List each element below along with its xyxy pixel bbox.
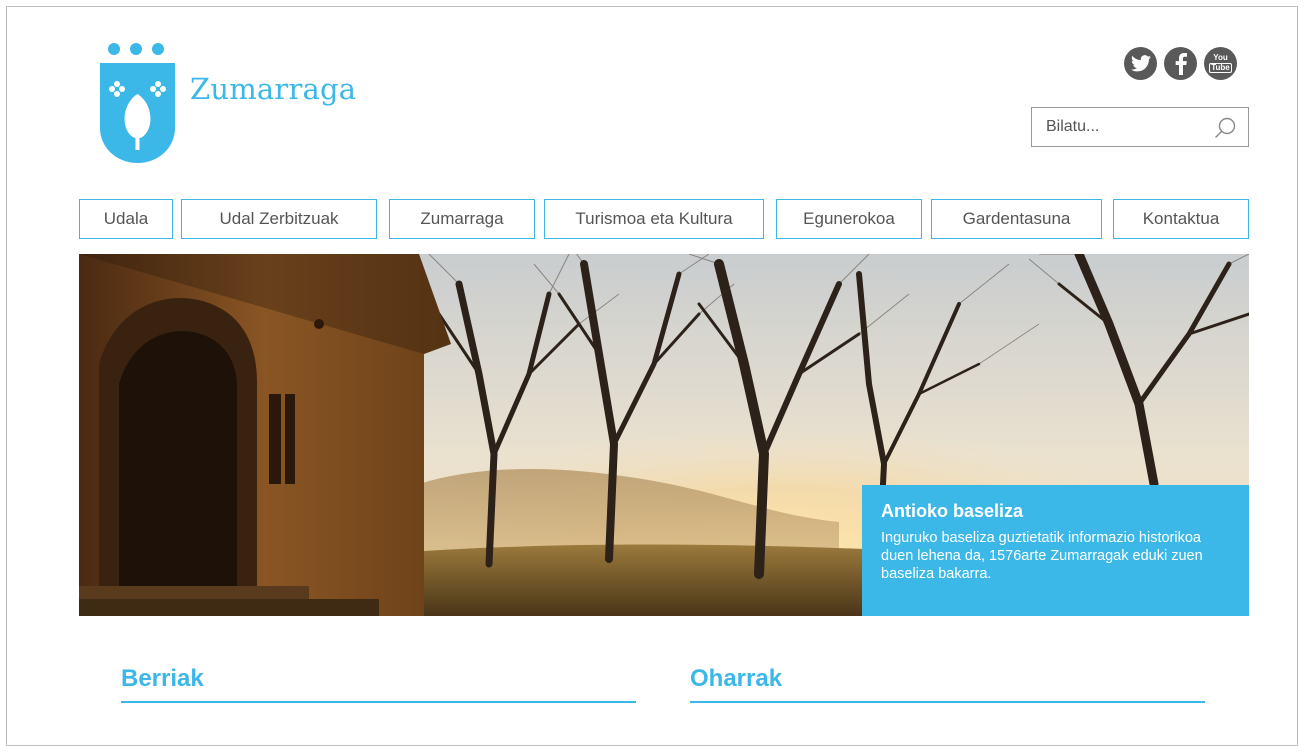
youtube-label-you: You [1213, 53, 1228, 62]
hero-caption[interactable]: Antioko baseliza Inguruko baseliza guzti… [862, 485, 1249, 616]
site-name: Zumarraga [190, 72, 357, 106]
notes-section-title[interactable]: Oharrak [690, 663, 1205, 703]
youtube-icon[interactable]: You Tube [1204, 47, 1237, 80]
hero-title: Antioko baseliza [881, 501, 1024, 521]
hero-banner[interactable]: Antioko baseliza Inguruko baseliza guzti… [79, 254, 1249, 616]
nav-item-turismoa-eta-kultura[interactable]: Turismoa eta Kultura [544, 199, 764, 239]
nav-item-gardentasuna[interactable]: Gardentasuna [931, 199, 1102, 239]
hero-text: Inguruko baseliza guztietatik informazio… [881, 530, 1203, 582]
youtube-label-tube: Tube [1209, 63, 1232, 73]
nav-item-egunerokoa[interactable]: Egunerokoa [776, 199, 922, 239]
search-box [1031, 107, 1249, 147]
shield-logo-icon [100, 43, 175, 163]
search-input[interactable] [1032, 108, 1202, 146]
social-links: You Tube [1124, 47, 1237, 80]
facebook-icon[interactable] [1164, 47, 1197, 80]
news-section-title[interactable]: Berriak [121, 663, 636, 703]
search-icon[interactable] [1214, 116, 1238, 140]
nav-item-kontaktua[interactable]: Kontaktua [1113, 199, 1249, 239]
site-logo[interactable]: Zumarraga [100, 42, 370, 167]
twitter-icon[interactable] [1124, 47, 1157, 80]
nav-item-zumarraga[interactable]: Zumarraga [389, 199, 535, 239]
nav-item-udal-zerbitzuak[interactable]: Udal Zerbitzuak [181, 199, 377, 239]
nav-item-udala[interactable]: Udala [79, 199, 173, 239]
